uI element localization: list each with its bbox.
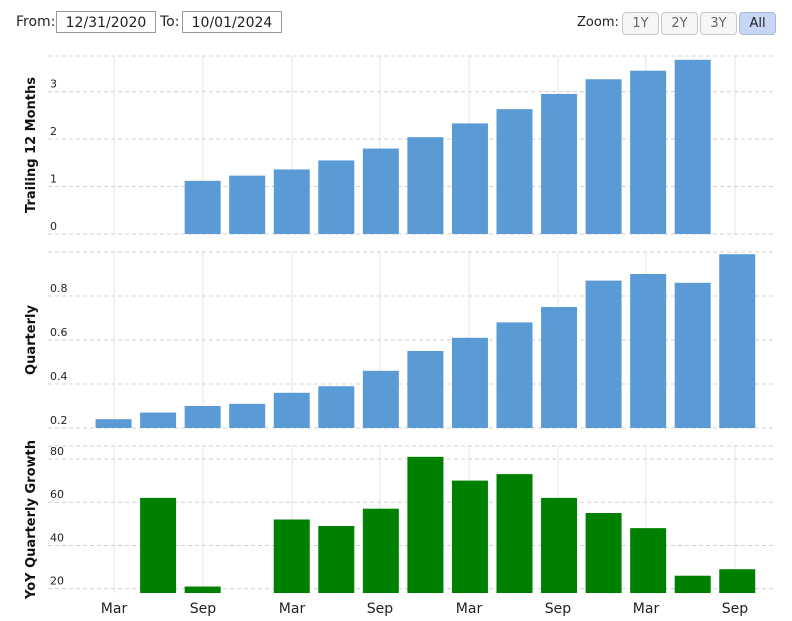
panel-3-bar-7 (362, 508, 399, 593)
panel-3-bar-5 (273, 519, 310, 593)
x-tick-label-5: Mar (456, 601, 483, 617)
panel-3-bar-15 (719, 569, 756, 593)
panel-1-ytick-label-3: 3 (50, 78, 57, 91)
x-tick-label-2: Sep (190, 601, 217, 617)
panel-3-bar-14 (674, 575, 711, 593)
panel-2-bar-7 (362, 370, 399, 428)
x-tick-label-3: Mar (279, 601, 306, 617)
panel-3-bar-11 (541, 497, 578, 593)
panel-2-bar-1 (95, 419, 132, 428)
panel-3-bar-13 (630, 528, 667, 593)
panel-1-bar-12 (541, 93, 578, 235)
panel-2-bar-11 (541, 307, 578, 428)
panel-2-bar-3 (184, 406, 221, 428)
panel-3-bar-12 (585, 513, 622, 593)
panel-2-ytick-label-3: 0.8 (50, 282, 68, 295)
panel-2-bar-12 (585, 280, 622, 428)
panel-2-ytick-label-0: 0.2 (50, 414, 68, 427)
panel-1-bar-5 (229, 175, 266, 234)
panel-2-bar-15 (719, 254, 756, 428)
panel-1-bar-6 (273, 169, 310, 234)
panel-2-bar-13 (630, 274, 667, 428)
panel-2-bar-5 (273, 392, 310, 428)
x-tick-label-4: Sep (367, 601, 394, 617)
panel-2-ytick-label-2: 0.6 (50, 326, 68, 339)
panel-1-bar-4 (184, 180, 221, 234)
panel-3-ytick-label-1: 40 (50, 531, 64, 544)
panel-1-bar-9 (407, 137, 444, 234)
panel-1-ytick-label-0: 0 (50, 220, 57, 233)
panel-1-bar-8 (362, 148, 399, 234)
panel-1-bar-11 (496, 109, 533, 234)
panel-2-bar-2 (140, 412, 177, 428)
panel-3-ytick-label-3: 80 (50, 445, 64, 458)
panel-1-bar-7 (318, 160, 355, 234)
panel-3-bar-2 (140, 497, 177, 593)
panel-3-bar-10 (496, 474, 533, 593)
panel-2-ytick-label-1: 0.4 (50, 370, 68, 383)
panel-2-bar-4 (229, 403, 266, 428)
panel-3-bar-6 (318, 525, 355, 593)
panel-1-ytick-label-1: 1 (50, 173, 57, 186)
panel-3-ytick-label-2: 60 (50, 488, 64, 501)
panel-3-bar-3 (184, 586, 221, 593)
x-tick-label-7: Mar (633, 601, 660, 617)
x-tick-label-6: Sep (545, 601, 572, 617)
panel-2-bar-10 (496, 322, 533, 428)
panel-3-bar-8 (407, 456, 444, 593)
panel-1-bar-10 (451, 123, 488, 234)
panel-1-bar-15 (674, 59, 711, 234)
panel-2-bar-6 (318, 386, 355, 428)
chart-area: 0 1 2 3 Trailing 12 Months 0.2 0.4 0.6 0.8 Quarte… (24, 55, 776, 617)
panel-1-bar-14 (630, 70, 667, 235)
panel-2-bar-8 (407, 351, 444, 428)
panel-3-bar-9 (451, 480, 488, 593)
panel-3-ytick-label-0: 20 (50, 575, 64, 588)
panel-2-axis-title: Quarterly (24, 305, 39, 375)
panel-2-bar-9 (451, 337, 488, 428)
panel-1-bar-13 (585, 79, 622, 234)
panel-1-ytick-label-2: 2 (50, 125, 57, 138)
panel-1-axis-title: Trailing 12 Months (24, 77, 39, 213)
panel-3-axis-title: YoY Quarterly Growth (24, 440, 39, 600)
x-tick-label-1: Mar (101, 601, 128, 617)
panel-2-bar-14 (674, 282, 711, 428)
x-tick-label-8: Sep (722, 601, 749, 617)
